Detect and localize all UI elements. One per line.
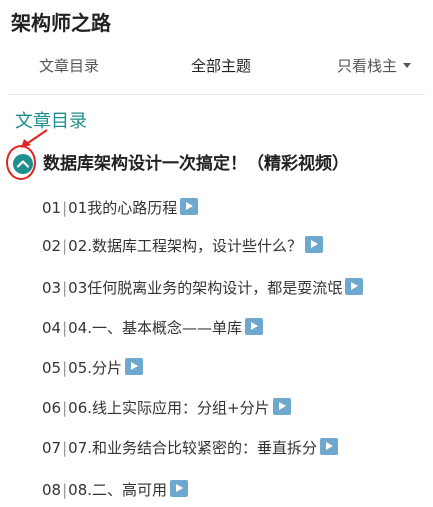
lesson-separator: | <box>62 279 68 297</box>
article-page: 架构师之路 文章目录 全部主题 只看栈主 文章目录 数据库架构设计一次搞定！（精… <box>0 0 433 507</box>
lesson-separator: | <box>62 399 68 417</box>
lesson-separator: | <box>62 319 68 337</box>
lesson-item[interactable]: 02|02.数据库工程架构，设计些什么？ <box>42 234 324 258</box>
lesson-title: 04.一、基本概念——单库 <box>68 319 243 337</box>
play-icon[interactable] <box>245 318 264 335</box>
lesson-item[interactable]: 06|06.线上实际应用：分组+分片 <box>42 396 291 420</box>
lesson-number: 02 <box>42 237 62 255</box>
play-icon[interactable] <box>170 480 189 497</box>
play-icon[interactable] <box>345 278 364 295</box>
lesson-separator: | <box>62 199 68 217</box>
play-icon[interactable] <box>180 198 199 215</box>
lesson-title: 02.数据库工程架构，设计些什么？ <box>68 237 303 255</box>
lesson-title: 03任何脱离业务的架构设计，都是耍流氓 <box>68 279 343 297</box>
lesson-item[interactable]: 01|01我的心路历程 <box>42 196 199 220</box>
lesson-number: 07 <box>42 439 62 457</box>
play-icon[interactable] <box>272 398 291 415</box>
lesson-item[interactable]: 08|08.二、高可用 <box>42 478 189 502</box>
lesson-item[interactable]: 07|07.和业务结合比较紧密的：垂直拆分 <box>42 436 339 460</box>
lesson-title: 08.二、高可用 <box>68 481 168 499</box>
lesson-title: 07.和业务结合比较紧密的：垂直拆分 <box>68 439 318 457</box>
lesson-item[interactable]: 05|05.分片 <box>42 356 144 380</box>
lesson-separator: | <box>62 237 68 255</box>
lesson-list: 01|01我的心路历程 02|02.数据库工程架构，设计些什么？ 03|03任何… <box>0 0 433 507</box>
lesson-title: 06.线上实际应用：分组+分片 <box>68 399 270 417</box>
lesson-separator: | <box>62 439 68 457</box>
play-icon[interactable] <box>320 438 339 455</box>
lesson-title: 05.分片 <box>68 359 123 377</box>
lesson-item[interactable]: 04|04.一、基本概念——单库 <box>42 316 264 340</box>
lesson-number: 08 <box>42 481 62 499</box>
lesson-number: 01 <box>42 199 62 217</box>
lesson-number: 06 <box>42 399 62 417</box>
lesson-number: 04 <box>42 319 62 337</box>
lesson-separator: | <box>62 359 68 377</box>
lesson-separator: | <box>62 481 68 499</box>
lesson-number: 05 <box>42 359 62 377</box>
play-icon[interactable] <box>125 358 144 375</box>
lesson-item[interactable]: 03|03任何脱离业务的架构设计，都是耍流氓 <box>42 276 364 300</box>
lesson-title: 01我的心路历程 <box>68 199 178 217</box>
play-icon[interactable] <box>305 236 324 253</box>
lesson-number: 03 <box>42 279 62 297</box>
